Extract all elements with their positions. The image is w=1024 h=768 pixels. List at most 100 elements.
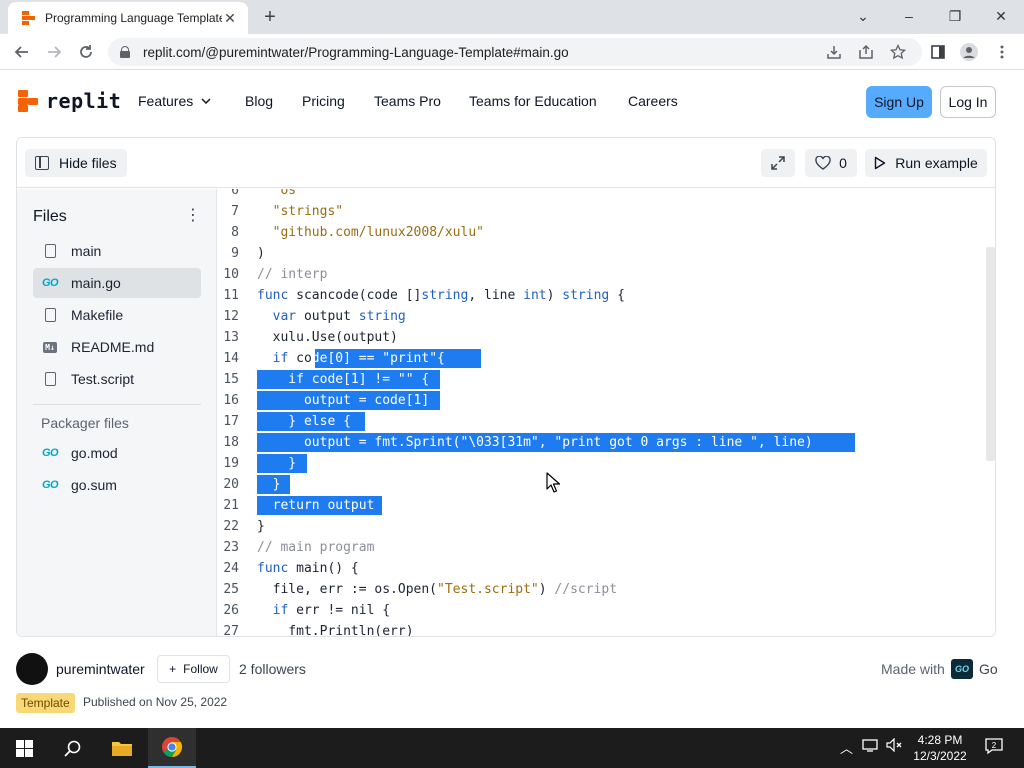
plus-icon: + <box>169 662 177 676</box>
code-line[interactable]: 22} <box>218 516 995 537</box>
code-line[interactable]: 26 if err != nil { <box>218 600 995 621</box>
file-item-test-script[interactable]: Test.script <box>33 364 201 394</box>
start-button[interactable] <box>0 728 48 768</box>
code-line[interactable]: 20 } <box>218 474 995 495</box>
line-number: 24 <box>223 561 239 576</box>
svg-text:2: 2 <box>992 741 997 750</box>
line-number: 15 <box>223 372 239 387</box>
code-line[interactable]: 11 func scancode(code []string, line int)… <box>218 285 995 306</box>
line-number: 19 <box>223 456 239 471</box>
file-item-main[interactable]: main <box>33 236 201 266</box>
notifications-icon[interactable]: 2 <box>984 736 1004 759</box>
browser-menu-icon[interactable] <box>992 42 1012 62</box>
side-panel-icon[interactable] <box>928 42 948 62</box>
tab-close-icon[interactable]: ✕ <box>222 10 238 27</box>
code-text: } else { <box>257 414 351 429</box>
volume-muted-icon[interactable] <box>886 737 904 755</box>
code-line[interactable]: 27 fmt.Println(err) <box>218 621 995 636</box>
search-button[interactable] <box>48 728 96 768</box>
code-line[interactable]: 16 output = code[1] <box>218 390 995 411</box>
browser-toolbar: replit.com/@puremintwater/Programming-La… <box>0 34 1024 70</box>
chrome-taskbar-button[interactable] <box>148 728 196 768</box>
more-options-icon[interactable]: ⋮ <box>185 207 201 227</box>
nav-pricing[interactable]: Pricing <box>302 93 345 109</box>
line-number: 6 <box>231 189 239 198</box>
back-button[interactable] <box>9 40 35 64</box>
file-item-go-sum[interactable]: GO go.sum <box>33 470 201 500</box>
nav-blog[interactable]: Blog <box>245 93 273 109</box>
profile-avatar-icon[interactable] <box>959 42 979 62</box>
code-text: func scancode(code []string, line int) s… <box>257 288 625 303</box>
file-item-readme[interactable]: M↓ README.md <box>33 332 201 362</box>
install-app-icon[interactable] <box>824 42 844 62</box>
like-button[interactable]: 0 <box>805 149 857 177</box>
nav-features[interactable]: Features <box>138 93 211 109</box>
nav-teams-pro[interactable]: Teams Pro <box>374 93 441 109</box>
nav-teams-for-education[interactable]: Teams for Education <box>469 93 597 109</box>
file-item-go-mod[interactable]: GO go.mod <box>33 438 201 468</box>
bookmark-star-icon[interactable] <box>888 42 908 62</box>
author-avatar[interactable] <box>16 653 48 685</box>
code-line[interactable]: 7 "strings" <box>218 201 995 222</box>
nav-features-label: Features <box>138 93 194 109</box>
code-text: output = fmt.Sprint("\033[31m", "print g… <box>257 435 813 450</box>
code-line[interactable]: 13 xulu.Use(output) <box>218 327 995 348</box>
file-name: Makefile <box>71 307 124 323</box>
restore-button[interactable]: ❐ <box>932 0 978 32</box>
follow-button[interactable]: + Follow <box>157 655 230 683</box>
show-hidden-icons-icon[interactable]: ︿ <box>840 738 853 757</box>
minimize-button[interactable]: – <box>886 0 932 32</box>
code-editor[interactable]: 6 "os" 7 "strings" 8 "github.com/lunux2008… <box>218 189 995 636</box>
code-line[interactable]: 6 "os" <box>218 189 995 201</box>
sidebar-toggle-icon <box>35 156 49 170</box>
code-line[interactable]: 17 } else { <box>218 411 995 432</box>
code-text: } <box>257 456 297 471</box>
code-line[interactable]: 9) <box>218 243 995 264</box>
log-in-button[interactable]: Log In <box>940 86 996 118</box>
code-line[interactable]: 10 // interp <box>218 264 995 285</box>
code-line[interactable]: 18 output = fmt.Sprint("\033[31m", "prin… <box>218 432 995 453</box>
language-name[interactable]: Go <box>979 661 998 677</box>
nav-careers[interactable]: Careers <box>628 93 678 109</box>
file-item-main-go[interactable]: GO main.go <box>33 268 201 298</box>
new-tab-button[interactable]: + <box>258 6 282 28</box>
tab-search-icon[interactable]: ⌄ <box>840 0 886 32</box>
author-username[interactable]: puremintwater <box>56 661 145 677</box>
files-divider <box>33 404 201 405</box>
expand-button[interactable] <box>761 149 795 177</box>
file-explorer-button[interactable] <box>98 728 146 768</box>
code-line[interactable]: 23 // main program <box>218 537 995 558</box>
code-line[interactable]: 12 var output string <box>218 306 995 327</box>
close-window-button[interactable]: ✕ <box>978 0 1024 32</box>
system-clock[interactable]: 4:28 PM 12/3/2022 <box>910 732 970 764</box>
folder-icon <box>112 742 132 756</box>
reload-button[interactable] <box>73 40 99 64</box>
code-text: "strings" <box>272 204 344 219</box>
code-line[interactable]: 19 } <box>218 453 995 474</box>
code-line[interactable]: 8 "github.com/lunux2008/xulu" <box>218 222 995 243</box>
repl-embed-card: Hide files 0 Run example Files ⋮ main GO… <box>16 137 996 637</box>
code-line[interactable]: 21 return output <box>218 495 995 516</box>
network-icon[interactable] <box>862 738 878 755</box>
browser-tab[interactable]: Programming Language Template ✕ <box>8 2 248 34</box>
followers-count[interactable]: 2 followers <box>239 661 306 677</box>
code-line[interactable]: 15 if code[1] != "" { <box>218 369 995 390</box>
code-line[interactable]: 14 if code[0] == "print"{ <box>218 348 995 369</box>
file-name: go.sum <box>71 477 117 493</box>
run-example-button[interactable]: Run example <box>865 149 987 177</box>
code-text: if code[1] != "" { <box>257 372 430 387</box>
address-bar[interactable]: replit.com/@puremintwater/Programming-La… <box>108 38 922 66</box>
logo-text: replit <box>46 89 122 113</box>
file-item-makefile[interactable]: Makefile <box>33 300 201 330</box>
code-line[interactable]: 25 file, err := os.Open("Test.script") /… <box>218 579 995 600</box>
file-name: Test.script <box>71 371 135 387</box>
forward-arrow-icon <box>48 46 62 58</box>
hide-files-button[interactable]: Hide files <box>25 149 127 177</box>
forward-button[interactable] <box>41 40 67 64</box>
sign-up-button[interactable]: Sign Up <box>866 86 932 118</box>
browser-tab-bar: Programming Language Template ✕ + ⌄ – ❐ … <box>0 0 1024 34</box>
replit-logo[interactable]: replit <box>18 89 121 113</box>
code-line[interactable]: 24 func main() { <box>218 558 995 579</box>
share-icon[interactable] <box>856 42 876 62</box>
line-number: 14 <box>223 351 239 366</box>
